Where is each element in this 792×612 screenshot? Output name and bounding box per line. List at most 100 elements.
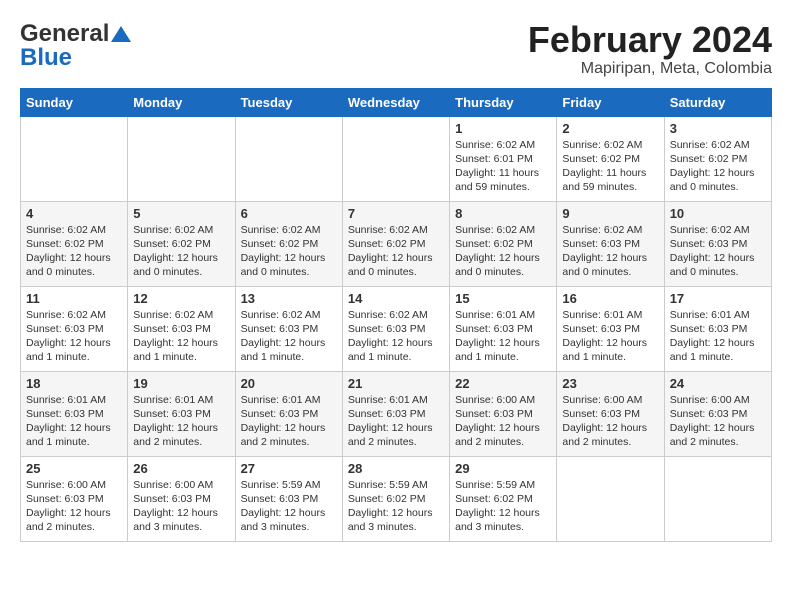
day-number: 15 <box>455 291 551 306</box>
day-number: 28 <box>348 461 444 476</box>
calendar-week-row: 11 Sunrise: 6:02 AM Sunset: 6:03 PM Dayli… <box>21 286 772 371</box>
calendar-week-row: 1 Sunrise: 6:02 AM Sunset: 6:01 PM Daylig… <box>21 116 772 201</box>
day-number: 6 <box>241 206 337 221</box>
calendar-cell <box>342 116 449 201</box>
day-number: 24 <box>670 376 766 391</box>
calendar-cell: 26 Sunrise: 6:00 AM Sunset: 6:03 PM Dayli… <box>128 456 235 541</box>
day-number: 10 <box>670 206 766 221</box>
calendar-cell <box>557 456 664 541</box>
day-number: 14 <box>348 291 444 306</box>
calendar-cell: 6 Sunrise: 6:02 AM Sunset: 6:02 PM Daylig… <box>235 201 342 286</box>
day-number: 13 <box>241 291 337 306</box>
day-number: 7 <box>348 206 444 221</box>
calendar-cell: 17 Sunrise: 6:01 AM Sunset: 6:03 PM Dayli… <box>664 286 771 371</box>
calendar-cell: 5 Sunrise: 6:02 AM Sunset: 6:02 PM Daylig… <box>128 201 235 286</box>
calendar-cell: 24 Sunrise: 6:00 AM Sunset: 6:03 PM Dayli… <box>664 371 771 456</box>
day-number: 25 <box>26 461 122 476</box>
day-info: Sunrise: 6:01 AM Sunset: 6:03 PM Dayligh… <box>26 393 122 450</box>
calendar-table: SundayMondayTuesdayWednesdayThursdayFrid… <box>20 88 772 542</box>
day-info: Sunrise: 6:01 AM Sunset: 6:03 PM Dayligh… <box>562 308 658 365</box>
title-block: February 2024 Mapiripan, Meta, Colombia <box>528 20 772 78</box>
day-number: 26 <box>133 461 229 476</box>
day-number: 29 <box>455 461 551 476</box>
day-info: Sunrise: 6:02 AM Sunset: 6:01 PM Dayligh… <box>455 138 551 195</box>
day-info: Sunrise: 6:01 AM Sunset: 6:03 PM Dayligh… <box>133 393 229 450</box>
day-info: Sunrise: 6:02 AM Sunset: 6:02 PM Dayligh… <box>348 223 444 280</box>
day-info: Sunrise: 5:59 AM Sunset: 6:02 PM Dayligh… <box>455 478 551 535</box>
calendar-week-row: 18 Sunrise: 6:01 AM Sunset: 6:03 PM Dayli… <box>21 371 772 456</box>
calendar-header-row: SundayMondayTuesdayWednesdayThursdayFrid… <box>21 88 772 116</box>
calendar-week-row: 25 Sunrise: 6:00 AM Sunset: 6:03 PM Dayli… <box>21 456 772 541</box>
day-number: 18 <box>26 376 122 391</box>
column-header-tuesday: Tuesday <box>235 88 342 116</box>
calendar-cell: 1 Sunrise: 6:02 AM Sunset: 6:01 PM Daylig… <box>450 116 557 201</box>
day-info: Sunrise: 6:02 AM Sunset: 6:03 PM Dayligh… <box>241 308 337 365</box>
day-info: Sunrise: 6:00 AM Sunset: 6:03 PM Dayligh… <box>133 478 229 535</box>
day-number: 21 <box>348 376 444 391</box>
day-info: Sunrise: 6:01 AM Sunset: 6:03 PM Dayligh… <box>348 393 444 450</box>
day-info: Sunrise: 6:02 AM Sunset: 6:03 PM Dayligh… <box>562 223 658 280</box>
day-number: 17 <box>670 291 766 306</box>
calendar-week-row: 4 Sunrise: 6:02 AM Sunset: 6:02 PM Daylig… <box>21 201 772 286</box>
day-info: Sunrise: 6:00 AM Sunset: 6:03 PM Dayligh… <box>670 393 766 450</box>
column-header-sunday: Sunday <box>21 88 128 116</box>
calendar-cell: 14 Sunrise: 6:02 AM Sunset: 6:03 PM Dayli… <box>342 286 449 371</box>
calendar-cell <box>21 116 128 201</box>
day-number: 23 <box>562 376 658 391</box>
day-info: Sunrise: 6:02 AM Sunset: 6:02 PM Dayligh… <box>26 223 122 280</box>
calendar-cell: 20 Sunrise: 6:01 AM Sunset: 6:03 PM Dayli… <box>235 371 342 456</box>
day-info: Sunrise: 6:02 AM Sunset: 6:03 PM Dayligh… <box>133 308 229 365</box>
calendar-cell: 29 Sunrise: 5:59 AM Sunset: 6:02 PM Dayli… <box>450 456 557 541</box>
calendar-cell: 22Sunrise: 6:00 AM Sunset: 6:03 PM Dayli… <box>450 371 557 456</box>
day-info: Sunrise: 6:02 AM Sunset: 6:02 PM Dayligh… <box>133 223 229 280</box>
day-number: 11 <box>26 291 122 306</box>
column-header-saturday: Saturday <box>664 88 771 116</box>
day-info: Sunrise: 5:59 AM Sunset: 6:02 PM Dayligh… <box>348 478 444 535</box>
day-number: 4 <box>26 206 122 221</box>
calendar-cell: 3Sunrise: 6:02 AM Sunset: 6:02 PM Daylig… <box>664 116 771 201</box>
calendar-cell <box>664 456 771 541</box>
day-info: Sunrise: 6:00 AM Sunset: 6:03 PM Dayligh… <box>26 478 122 535</box>
day-number: 8 <box>455 206 551 221</box>
day-info: Sunrise: 6:02 AM Sunset: 6:02 PM Dayligh… <box>670 138 766 195</box>
day-info: Sunrise: 6:02 AM Sunset: 6:03 PM Dayligh… <box>26 308 122 365</box>
calendar-cell <box>128 116 235 201</box>
day-number: 19 <box>133 376 229 391</box>
page-header: General Blue February 2024 Mapiripan, Me… <box>20 20 772 78</box>
day-number: 20 <box>241 376 337 391</box>
calendar-subtitle: Mapiripan, Meta, Colombia <box>528 60 772 78</box>
calendar-cell: 25 Sunrise: 6:00 AM Sunset: 6:03 PM Dayli… <box>21 456 128 541</box>
day-number: 1 <box>455 121 551 136</box>
column-header-wednesday: Wednesday <box>342 88 449 116</box>
day-info: Sunrise: 5:59 AM Sunset: 6:03 PM Dayligh… <box>241 478 337 535</box>
logo: General Blue <box>20 20 133 72</box>
column-header-monday: Monday <box>128 88 235 116</box>
day-number: 16 <box>562 291 658 306</box>
calendar-cell: 16 Sunrise: 6:01 AM Sunset: 6:03 PM Dayli… <box>557 286 664 371</box>
day-info: Sunrise: 6:02 AM Sunset: 6:03 PM Dayligh… <box>670 223 766 280</box>
column-header-thursday: Thursday <box>450 88 557 116</box>
calendar-cell: 7 Sunrise: 6:02 AM Sunset: 6:02 PM Daylig… <box>342 201 449 286</box>
calendar-cell: 12Sunrise: 6:02 AM Sunset: 6:03 PM Dayli… <box>128 286 235 371</box>
day-number: 22 <box>455 376 551 391</box>
day-info: Sunrise: 6:01 AM Sunset: 6:03 PM Dayligh… <box>670 308 766 365</box>
day-number: 2 <box>562 121 658 136</box>
day-info: Sunrise: 6:02 AM Sunset: 6:03 PM Dayligh… <box>348 308 444 365</box>
calendar-title: February 2024 <box>528 20 772 60</box>
column-header-friday: Friday <box>557 88 664 116</box>
day-number: 5 <box>133 206 229 221</box>
calendar-cell: 15 Sunrise: 6:01 AM Sunset: 6:03 PM Dayli… <box>450 286 557 371</box>
logo-icon <box>110 23 132 45</box>
calendar-cell: 4 Sunrise: 6:02 AM Sunset: 6:02 PM Daylig… <box>21 201 128 286</box>
day-info: Sunrise: 6:01 AM Sunset: 6:03 PM Dayligh… <box>241 393 337 450</box>
calendar-cell: 23 Sunrise: 6:00 AM Sunset: 6:03 PM Dayli… <box>557 371 664 456</box>
day-info: Sunrise: 6:02 AM Sunset: 6:02 PM Dayligh… <box>241 223 337 280</box>
calendar-cell: 10 Sunrise: 6:02 AM Sunset: 6:03 PM Dayli… <box>664 201 771 286</box>
day-info: Sunrise: 6:00 AM Sunset: 6:03 PM Dayligh… <box>562 393 658 450</box>
calendar-cell: 21 Sunrise: 6:01 AM Sunset: 6:03 PM Dayli… <box>342 371 449 456</box>
calendar-cell: 8Sunrise: 6:02 AM Sunset: 6:02 PM Daylig… <box>450 201 557 286</box>
calendar-cell: 18 Sunrise: 6:01 AM Sunset: 6:03 PM Dayli… <box>21 371 128 456</box>
day-info: Sunrise: 6:01 AM Sunset: 6:03 PM Dayligh… <box>455 308 551 365</box>
calendar-cell: 27Sunrise: 5:59 AM Sunset: 6:03 PM Dayli… <box>235 456 342 541</box>
calendar-cell: 2Sunrise: 6:02 AM Sunset: 6:02 PM Daylig… <box>557 116 664 201</box>
